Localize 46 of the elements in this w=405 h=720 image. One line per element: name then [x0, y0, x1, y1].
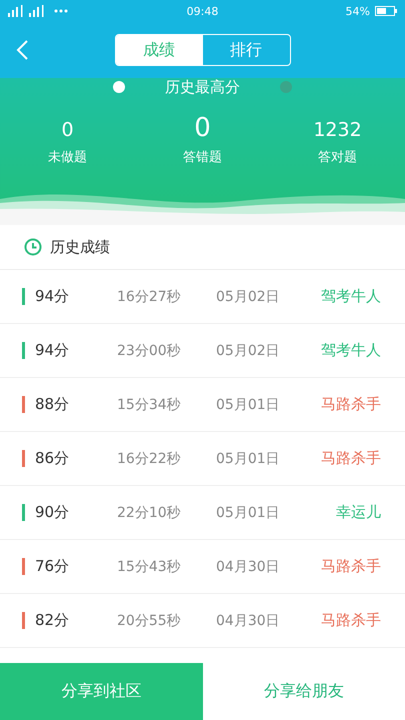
stat-value: 1232: [313, 118, 362, 143]
best-score-title: 历史最高分: [165, 78, 240, 96]
date-text: 05月01日: [216, 396, 281, 414]
clock-time: 09:48: [186, 4, 218, 18]
score-text: 82分: [35, 611, 70, 630]
share-button[interactable]: 分享到社区: [0, 663, 202, 720]
more-icon: [54, 9, 68, 13]
date-text: 05月01日: [216, 504, 281, 522]
battery-icon: [374, 6, 397, 16]
rank-title: 驾考牛人: [320, 287, 382, 306]
indicator-dot: [280, 81, 292, 93]
duration-text: 16分27秒: [117, 288, 182, 306]
score-text: 94分: [35, 287, 70, 306]
rank-title: 马路杀手: [320, 611, 382, 630]
indicator-dot: [113, 81, 125, 93]
rank-title: 马路杀手: [320, 395, 382, 414]
tab[interactable]: 成绩: [116, 35, 202, 65]
duration-text: 15分43秒: [117, 558, 182, 576]
tab[interactable]: 排行: [202, 35, 290, 65]
date-text: 05月02日: [216, 288, 281, 306]
score-text: 76分: [35, 557, 70, 576]
date-text: 05月01日: [216, 450, 281, 468]
date-text: 04月30日: [216, 612, 281, 630]
duration-text: 22分10秒: [117, 504, 182, 522]
rank-title: 马路杀手: [320, 449, 382, 468]
duration-text: 16分22秒: [117, 450, 182, 468]
duration-text: 23分00秒: [117, 342, 182, 360]
battery-percent: 54%: [346, 4, 370, 18]
clock-icon: [24, 238, 42, 256]
stat-label: 未做题: [48, 149, 87, 166]
stat-value: 0: [61, 118, 74, 143]
rank-title: 幸运儿: [335, 503, 382, 522]
stat-label: 答对题: [318, 149, 357, 166]
date-text: 05月02日: [216, 342, 281, 360]
history-title: 历史成绩: [50, 238, 110, 256]
score-text: 88分: [35, 395, 70, 414]
score-text: 90分: [35, 503, 70, 522]
duration-text: 15分34秒: [117, 396, 182, 414]
date-text: 04月30日: [216, 558, 281, 576]
rank-title: 驾考牛人: [320, 341, 382, 360]
score-text: 94分: [35, 341, 70, 360]
stat-label: 答错题: [183, 149, 222, 166]
stat-value: 0: [194, 112, 211, 144]
rank-title: 马路杀手: [320, 557, 382, 576]
duration-text: 20分55秒: [117, 612, 182, 630]
score-text: 86分: [35, 449, 70, 468]
